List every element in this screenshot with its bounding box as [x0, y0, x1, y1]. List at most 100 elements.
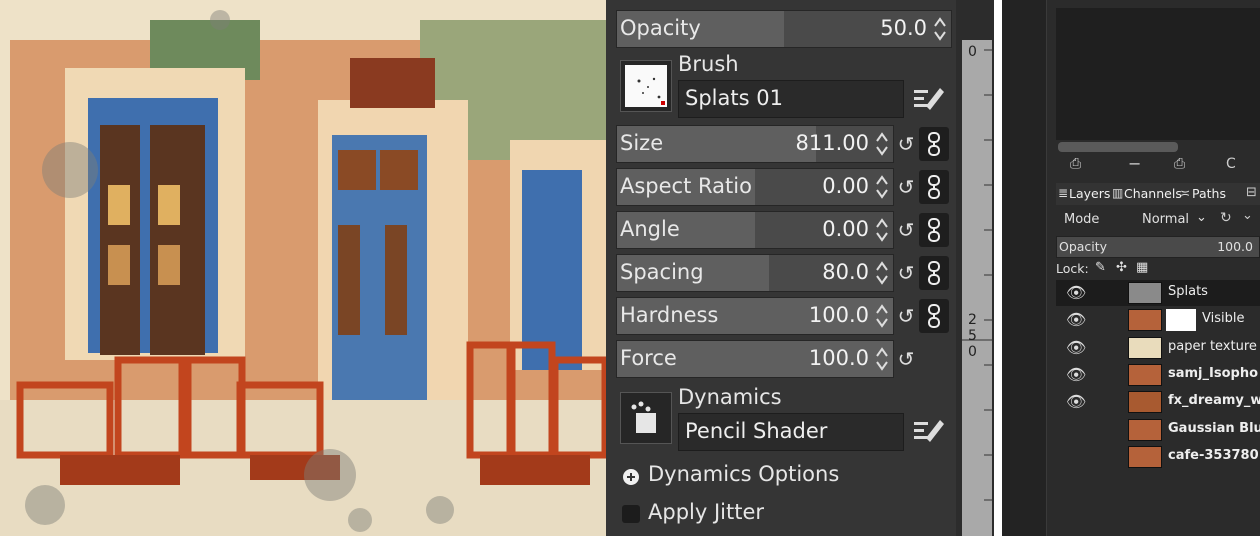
reset-icon[interactable]: ↺: [892, 127, 920, 161]
spin-arrows-icon[interactable]: [933, 16, 947, 42]
layer-name: cafe-3537801: [1168, 447, 1260, 463]
eye-icon[interactable]: 👁: [1066, 392, 1086, 411]
plus-icon: [623, 469, 639, 485]
preview-area: [1056, 8, 1260, 140]
slider-size[interactable]: Size 811.00: [616, 125, 894, 163]
ruler-label-top: 0: [968, 44, 977, 60]
layer-row[interactable]: Gaussian Blur: [1056, 417, 1260, 443]
refresh-icon[interactable]: C: [1226, 156, 1236, 172]
tab-menu-icon[interactable]: ⊟: [1246, 185, 1257, 200]
layer-thumbnail: [1128, 336, 1162, 359]
slider-spacing[interactable]: Spacing 80.0: [616, 254, 894, 292]
layer-thumbnail: [1128, 309, 1162, 332]
link-chain-icon[interactable]: [919, 299, 949, 333]
channels-tab-icon: ▥: [1112, 186, 1124, 200]
layers-dock: ⎙ − ⎙ C ≣ Layers ▥ Channels ≍ Paths ⊟ Mo…: [1002, 0, 1260, 536]
reset-icon[interactable]: ↺: [892, 213, 920, 247]
eye-icon[interactable]: 👁: [1066, 338, 1086, 357]
opacity-value: 50.0: [880, 16, 927, 40]
canvas-painting[interactable]: [0, 0, 606, 536]
layer-thumbnail: [1128, 282, 1162, 304]
layer-name: fx_dreamy_w: [1168, 393, 1260, 409]
edit-dynamics-icon[interactable]: [912, 414, 946, 444]
slider-hardness[interactable]: Hardness 100.0: [616, 297, 894, 335]
layer-row[interactable]: 👁 Visible: [1056, 307, 1260, 333]
spin-arrows-icon[interactable]: [875, 346, 889, 372]
layer-thumbnail: [1128, 391, 1162, 414]
eye-icon[interactable]: 👁: [1066, 310, 1086, 329]
slider-label: Hardness: [620, 303, 719, 327]
reset-icon[interactable]: ↺: [892, 299, 920, 333]
link-chain-icon[interactable]: [919, 213, 949, 247]
layer-row[interactable]: cafe-3537801: [1056, 444, 1260, 470]
layer-opacity-value: 100.0: [1217, 239, 1253, 254]
layer-opacity-slider[interactable]: Opacity 100.0: [1056, 236, 1260, 258]
slider-force[interactable]: Force 100.0: [616, 340, 894, 378]
chain-glyph: [928, 261, 940, 285]
layer-thumbnail: [1128, 363, 1162, 386]
brush-section-label: Brush: [678, 52, 739, 76]
reset-icon[interactable]: ↺: [892, 170, 920, 204]
opacity-slider[interactable]: Opacity 50.0: [616, 10, 952, 48]
reset-icon[interactable]: ↺: [892, 342, 920, 376]
brush-preview[interactable]: [620, 60, 672, 112]
tab-channels-label: Channels: [1124, 186, 1182, 201]
minus-icon[interactable]: −: [1128, 154, 1141, 173]
checkbox-box: [622, 505, 640, 523]
layer-row[interactable]: 👁 samj_Isopho: [1056, 362, 1260, 388]
reset-icon[interactable]: ↺: [892, 256, 920, 290]
lock-pixels-icon[interactable]: ✎: [1095, 260, 1106, 275]
spin-arrows-icon[interactable]: [875, 131, 889, 157]
mode-dropdown[interactable]: Normal ⌄: [1142, 210, 1210, 232]
slider-label: Angle: [620, 217, 680, 241]
link-chain-icon[interactable]: [919, 256, 949, 290]
brush-name-field[interactable]: Splats 01: [678, 80, 904, 118]
mode-value: Normal: [1142, 212, 1190, 227]
link-chain-icon[interactable]: [919, 170, 949, 204]
reset-mode-icon[interactable]: ↻: [1220, 210, 1232, 226]
apply-jitter-checkbox[interactable]: Apply Jitter: [620, 500, 940, 530]
layer-mask-thumbnail: [1166, 309, 1196, 332]
lock-position-icon[interactable]: ✣: [1116, 260, 1127, 275]
dynamics-name-field[interactable]: Pencil Shader: [678, 413, 904, 451]
vertical-ruler[interactable]: 0 2 5 0: [962, 40, 992, 536]
chain-glyph: [928, 175, 940, 199]
link-chain-icon[interactable]: [919, 127, 949, 161]
spin-arrows-icon[interactable]: [875, 174, 889, 200]
layer-row[interactable]: 👁 paper texture: [1056, 335, 1260, 361]
chain-glyph: [928, 304, 940, 328]
layer-row[interactable]: 👁 fx_dreamy_w: [1056, 389, 1260, 415]
mode-chevron-icon[interactable]: ⌄: [1242, 208, 1253, 223]
dynamics-icon: [631, 401, 656, 433]
dynamics-options-expander[interactable]: Dynamics Options: [620, 462, 940, 492]
lock-label: Lock:: [1056, 261, 1089, 276]
new-image-icon[interactable]: ⎙: [1070, 156, 1081, 172]
dynamics-preview[interactable]: [620, 392, 672, 444]
layer-row[interactable]: 👁 Splats: [1056, 280, 1260, 306]
spin-arrows-icon[interactable]: [875, 217, 889, 243]
opacity-label: Opacity: [620, 16, 701, 40]
eye-icon[interactable]: 👁: [1066, 365, 1086, 384]
slider-label: Force: [620, 346, 677, 370]
chain-glyph: [928, 218, 940, 242]
layer-thumbnail: [1128, 418, 1162, 441]
layer-name: Splats: [1168, 284, 1208, 299]
edit-brush-icon[interactable]: [912, 82, 946, 112]
horizontal-scrollbar[interactable]: [1058, 142, 1178, 152]
dynamics-options-label: Dynamics Options: [648, 462, 840, 486]
slider-aspect-ratio[interactable]: Aspect Ratio 0.00: [616, 168, 894, 206]
mode-label: Mode: [1064, 212, 1100, 227]
slider-value: 100.0: [808, 346, 869, 370]
slider-angle[interactable]: Angle 0.00: [616, 211, 894, 249]
dock-gutter: [1002, 0, 1047, 536]
spin-arrows-icon[interactable]: [875, 260, 889, 286]
print-icon[interactable]: ⎙: [1174, 156, 1185, 172]
dynamics-section-label: Dynamics: [678, 385, 782, 409]
slider-label: Spacing: [620, 260, 704, 284]
spin-arrows-icon[interactable]: [875, 303, 889, 329]
eye-icon[interactable]: 👁: [1066, 283, 1086, 302]
dock-tabs: ≣ Layers ▥ Channels ≍ Paths ⊟: [1056, 183, 1260, 205]
slider-value: 100.0: [808, 303, 869, 327]
lock-alpha-icon[interactable]: ▦: [1136, 260, 1148, 275]
layer-name: Visible: [1202, 311, 1245, 327]
